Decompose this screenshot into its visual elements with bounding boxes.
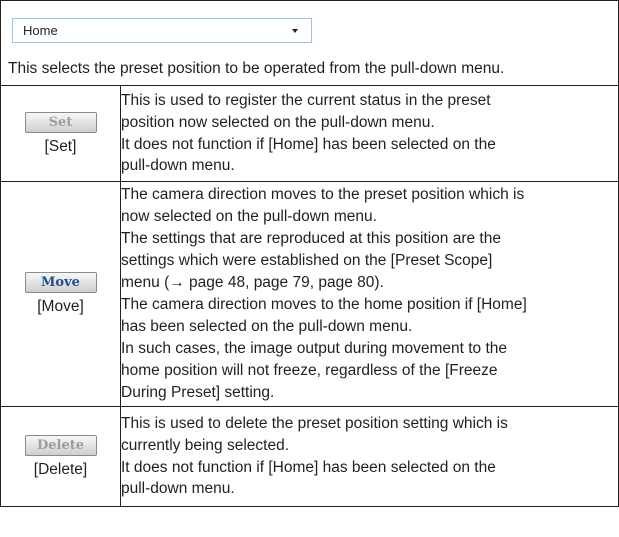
delete-caption: [Delete] <box>33 460 88 478</box>
description-line: This is used to register the current sta… <box>121 91 491 109</box>
intro-text: This selects the preset position to be o… <box>8 60 505 77</box>
description-line: The camera direction moves to the preset… <box>121 186 525 204</box>
table-row-delete: Delete [Delete] This is used to delete t… <box>0 406 619 507</box>
description-line: home position will not freeze, regardles… <box>121 361 498 379</box>
description-line: The settings that are reproduced at this… <box>121 230 501 248</box>
preset-pulldown[interactable]: Home <box>16 22 308 39</box>
delete-button[interactable]: Delete <box>24 434 97 456</box>
set-button[interactable]: Set <box>24 111 97 133</box>
delete-description: This is used to delete the preset positi… <box>120 406 619 507</box>
move-description: The camera direction moves to the preset… <box>120 181 619 407</box>
button-cell: Delete [Delete] <box>0 406 121 507</box>
move-button[interactable]: Move <box>24 272 97 293</box>
set-caption: [Set] <box>44 137 77 155</box>
description-line: During Preset] setting. <box>121 383 275 401</box>
pulldown-frame: Home <box>12 18 312 43</box>
description-line: pull-down menu. <box>121 480 235 498</box>
description-line: It does not function if [Home] has been … <box>121 458 496 476</box>
description-line: now selected on the pull-down menu. <box>121 208 377 226</box>
description-line: This is used to delete the preset positi… <box>121 414 508 432</box>
move-caption: [Move] <box>37 298 84 315</box>
pulldown-selected-value: Home <box>23 23 58 38</box>
set-description: This is used to register the current sta… <box>120 85 619 182</box>
description-line: has been selected on the pull-down menu. <box>121 317 413 335</box>
description-line: position now selected on the pull-down m… <box>121 113 435 131</box>
description-line: settings which were established on the [… <box>121 252 493 270</box>
function-table: Set [Set] This is used to register the c… <box>0 85 619 507</box>
button-cell: Move [Move] <box>0 181 121 407</box>
description-line: In such cases, the image output during m… <box>121 339 508 357</box>
document-page: Home This selects the preset position to… <box>0 0 619 537</box>
description-line: menu (→ page 48, page 79, page 80). <box>121 274 384 292</box>
pulldown-section: Home This selects the preset position to… <box>0 0 619 86</box>
button-cell: Set [Set] <box>0 85 121 182</box>
table-row-move: Move [Move] The camera direction moves t… <box>0 181 619 407</box>
description-line: The camera direction moves to the home p… <box>121 296 527 313</box>
description-line: currently being selected. <box>121 436 290 454</box>
description-line: It does not function if [Home] has been … <box>121 135 496 153</box>
dropdown-arrow-icon[interactable] <box>292 29 298 33</box>
table-row-set: Set [Set] This is used to register the c… <box>0 85 619 182</box>
description-line: pull-down menu. <box>121 157 235 175</box>
